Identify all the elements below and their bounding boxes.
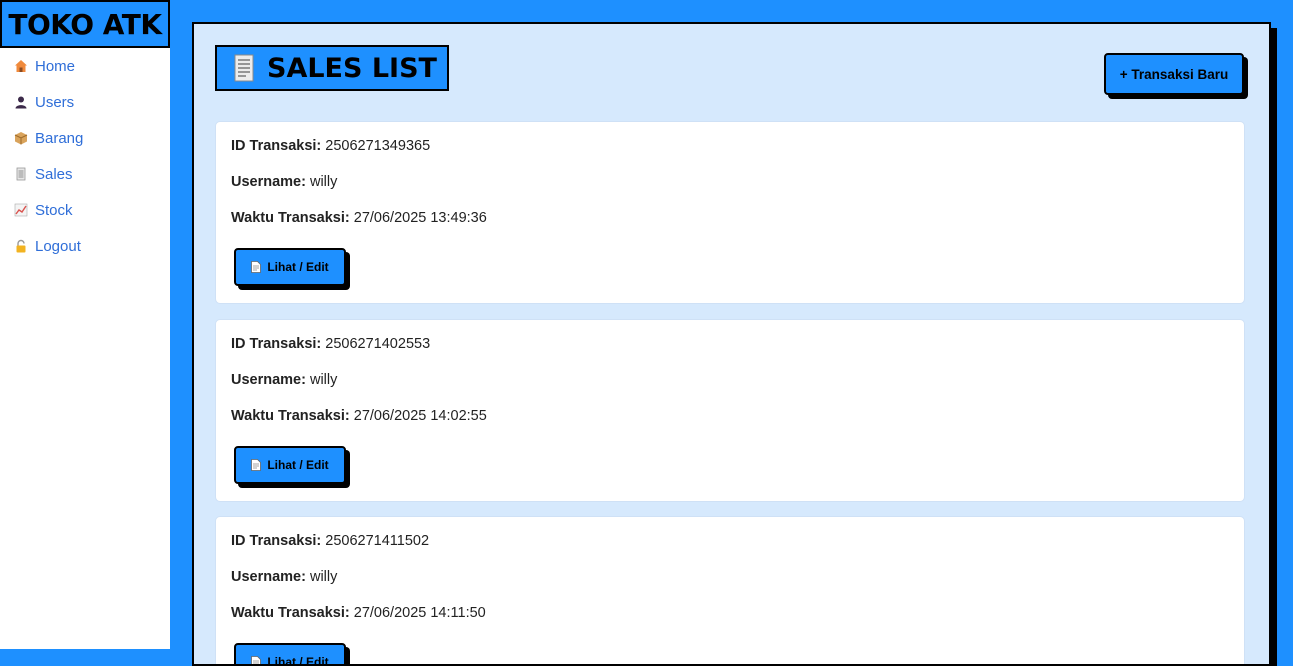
page-title-text: SALES LIST [267,52,437,84]
transaction-id-label: ID Transaksi: [231,138,322,154]
document-icon [251,656,262,664]
document-icon [251,459,262,471]
transaction-time-row: Waktu Transaksi: 27/06/2025 14:11:50 [231,605,486,621]
username-row: Username: willy [231,569,337,585]
page-title: SALES LIST [215,45,449,91]
sidebar-item-users[interactable]: Users [0,84,170,120]
view-edit-label: Lihat / Edit [267,655,329,666]
transaction-time-label: Waktu Transaksi: [231,605,350,621]
sidebar-item-label: Home [35,57,76,75]
lock-icon [16,239,26,253]
sidebar-item-sales[interactable]: Sales [0,156,170,192]
document-icon [251,261,262,273]
sidebar-link-barang[interactable]: Barang [14,130,83,147]
transaction-time-value: 27/06/2025 13:49:36 [353,210,487,226]
sidebar-nav: Home Users Barang Sales Stock Logout [0,48,170,264]
brand-logo[interactable]: TOKO ATK [0,0,170,48]
transaction-id-row: ID Transaksi: 2506271349365 [231,138,430,154]
sidebar-item-home[interactable]: Home [0,48,170,84]
sidebar-item-label: Sales [35,165,73,183]
view-edit-button[interactable]: Lihat / Edit [234,248,346,286]
transaction-id-value: 2506271402553 [325,336,431,352]
transaction-id-value: 2506271411502 [325,533,430,549]
sidebar-link-logout[interactable]: Logout [14,238,81,255]
transaction-card: ID Transaksi: 2506271411502 Username: wi… [215,516,1245,666]
sidebar-item-label: Barang [35,129,84,147]
sidebar-item-label: Users [35,93,75,111]
view-edit-label: Lihat / Edit [267,260,329,274]
transaction-time-row: Waktu Transaksi: 27/06/2025 13:49:36 [231,210,487,226]
transaction-id-value: 2506271349365 [325,138,431,154]
sidebar-item-logout[interactable]: Logout [0,228,170,264]
transaction-id-label: ID Transaksi: [231,533,322,549]
sidebar-link-home[interactable]: Home [14,58,75,75]
view-edit-button[interactable]: Lihat / Edit [234,446,346,484]
username-value: willy [309,372,338,388]
username-value: willy [309,174,338,190]
transaction-time-label: Waktu Transaksi: [231,408,350,424]
receipt-icon [16,167,26,181]
receipt-icon [234,54,254,82]
transaction-id-row: ID Transaksi: 2506271411502 [231,533,429,549]
chart-icon [14,203,28,217]
username-row: Username: willy [231,372,337,388]
view-edit-label: Lihat / Edit [267,458,329,472]
username-label: Username: [231,372,306,388]
username-row: Username: willy [231,174,337,190]
transaction-card: ID Transaksi: 2506271402553 Username: wi… [215,319,1245,502]
sidebar-link-stock[interactable]: Stock [14,202,73,219]
transaction-time-value: 27/06/2025 14:11:50 [353,605,486,621]
username-label: Username: [231,569,306,585]
sidebar-item-label: Stock [35,201,73,219]
transaction-id-row: ID Transaksi: 2506271402553 [231,336,430,352]
transaction-time-row: Waktu Transaksi: 27/06/2025 14:02:55 [231,408,487,424]
transaction-time-value: 27/06/2025 14:02:55 [353,408,487,424]
main-panel: SALES LIST + Transaksi Baru ID Transaksi… [192,22,1271,666]
house-icon [15,60,27,72]
transaction-id-label: ID Transaksi: [231,336,322,352]
package-icon [14,132,28,145]
sidebar-item-barang[interactable]: Barang [0,120,170,156]
view-edit-button[interactable]: Lihat / Edit [234,643,346,666]
transaction-time-label: Waktu Transaksi: [231,210,350,226]
sidebar-link-users[interactable]: Users [14,94,74,111]
user-icon [15,96,27,109]
new-transaction-button[interactable]: + Transaksi Baru [1104,53,1244,95]
sidebar: TOKO ATK Home Users Barang Sales Stock L… [0,0,170,649]
sidebar-item-stock[interactable]: Stock [0,192,170,228]
sidebar-link-sales[interactable]: Sales [14,166,73,183]
username-value: willy [309,569,338,585]
username-label: Username: [231,174,306,190]
sidebar-item-label: Logout [35,237,81,255]
transaction-card: ID Transaksi: 2506271349365 Username: wi… [215,121,1245,304]
